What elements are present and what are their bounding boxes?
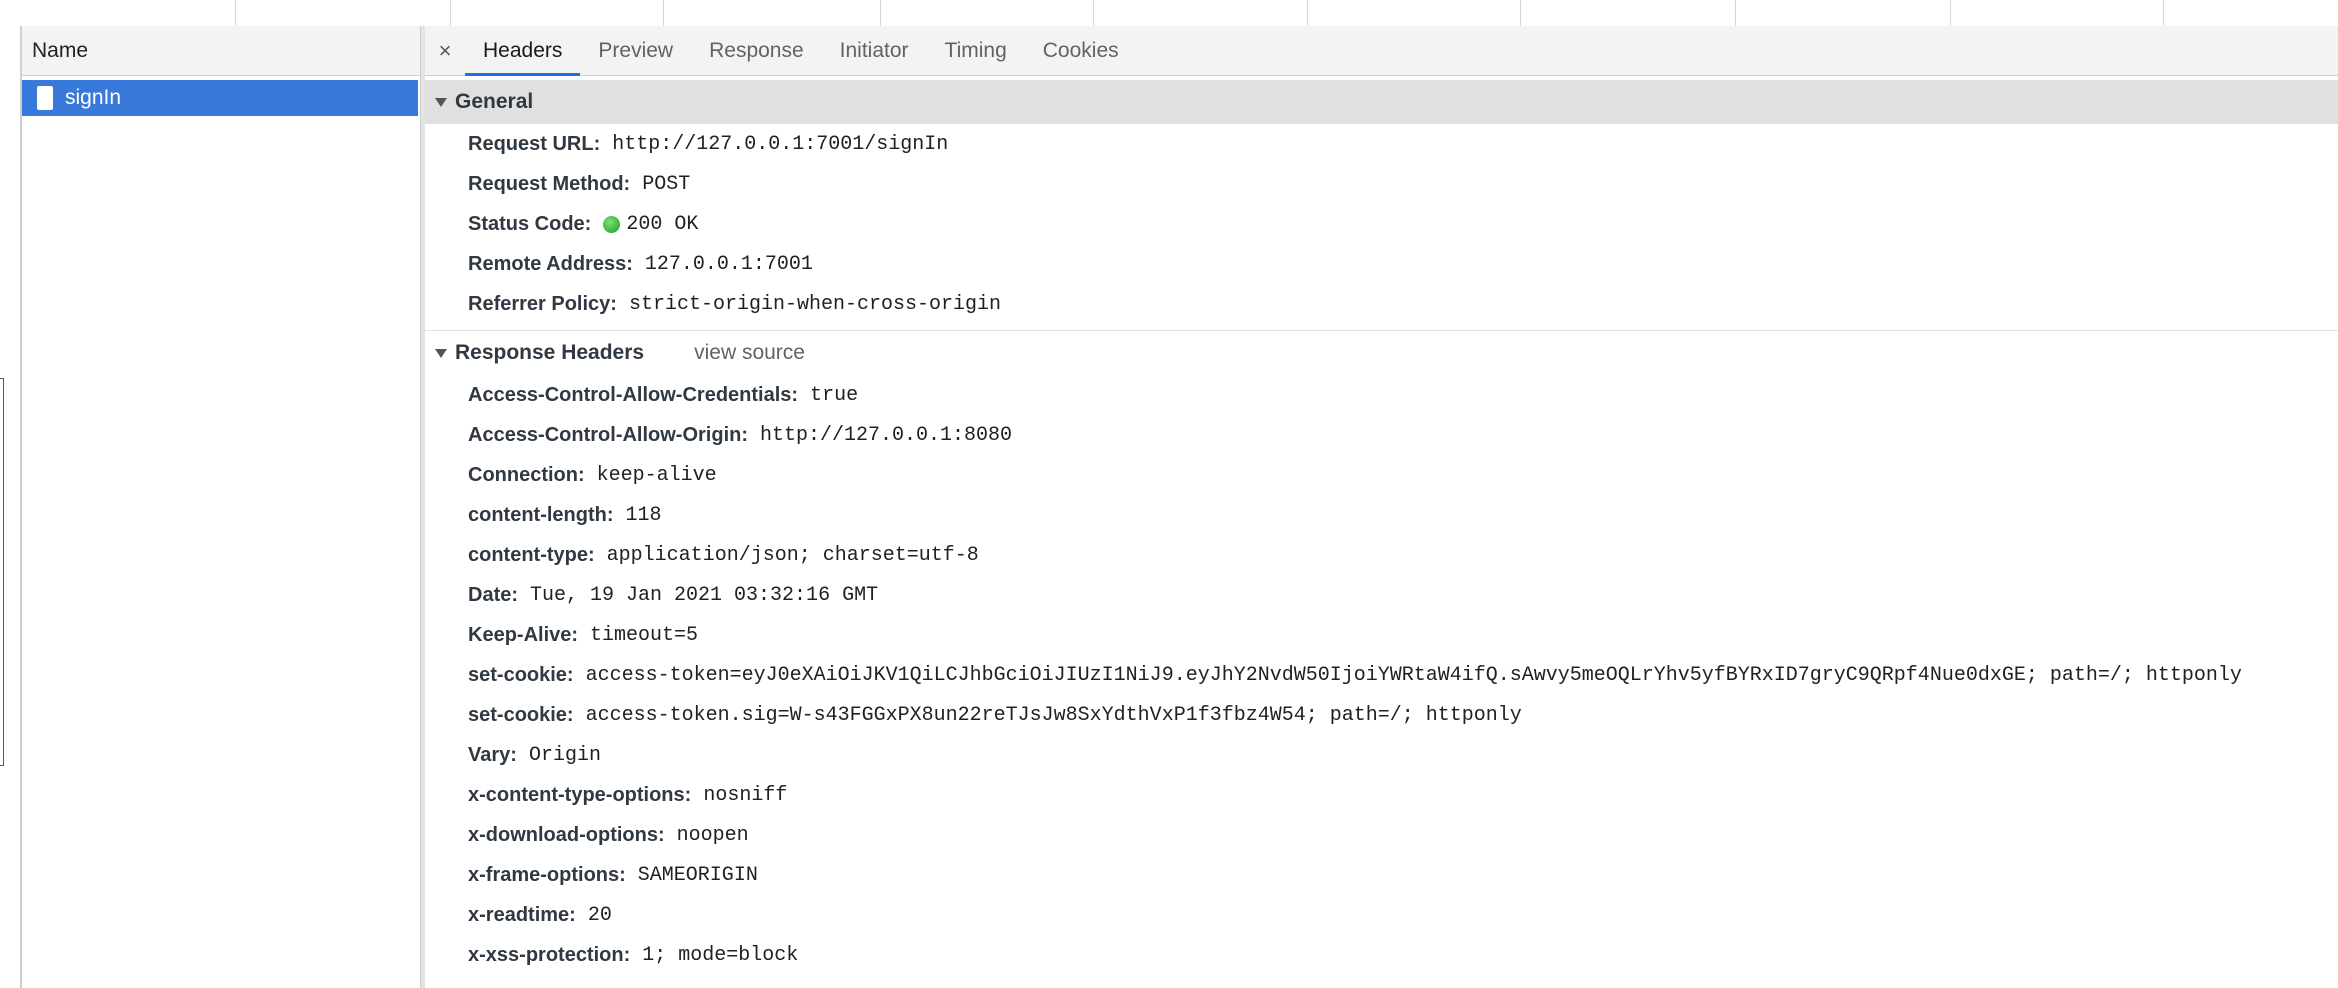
response-header-row: set-cookie: access-token.sig=W-s43FGGxPX8… [468, 695, 2338, 735]
response-header-row: x-frame-options: SAMEORIGIN [468, 855, 2338, 895]
header-key: Remote Address: [468, 252, 633, 275]
timeline-gridline [450, 0, 451, 26]
header-value: nosniff [703, 783, 788, 807]
triangle-down-icon [435, 348, 447, 358]
header-key: x-readtime: [468, 903, 576, 926]
header-value: 1; mode=block [642, 943, 799, 967]
timeline-gridline [235, 0, 236, 26]
tab-timing[interactable]: Timing [927, 26, 1025, 75]
request-details-pane: × Headers Preview Response Initiator Tim… [425, 26, 2338, 988]
response-header-row: Date: Tue, 19 Jan 2021 03:32:16 GMT [468, 575, 2338, 615]
header-key: Request Method: [468, 172, 631, 195]
header-key: content-type: [468, 543, 595, 566]
header-key: x-download-options: [468, 823, 665, 846]
header-value: access-token=eyJ0eXAiOiJKV1QiLCJhbGciOiJ… [585, 663, 2242, 687]
header-value: strict-origin-when-cross-origin [628, 292, 1002, 316]
timeline-gridline [880, 0, 881, 26]
response-header-row: set-cookie: access-token=eyJ0eXAiOiJKV1Qi… [468, 655, 2338, 695]
header-value: Tue, 19 Jan 2021 03:32:16 GMT [530, 583, 879, 607]
header-key: Access-Control-Allow-Origin: [468, 423, 749, 446]
timeline-gridline [663, 0, 664, 26]
general-row: Request Method: POST [468, 164, 2338, 204]
tab-headers[interactable]: Headers [465, 26, 581, 76]
timeline-gridline [1950, 0, 1951, 26]
header-key: Status Code: [468, 212, 592, 235]
header-value: http://127.0.0.1:8080 [760, 423, 1013, 447]
header-key: x-content-type-options: [468, 783, 692, 806]
header-value: true [810, 383, 859, 407]
response-header-row: content-length: 118 [468, 495, 2338, 535]
header-value: application/json; charset=utf-8 [606, 543, 979, 567]
left-gutter [0, 26, 22, 988]
name-column-label: Name [32, 38, 89, 62]
header-value: http://127.0.0.1:7001/signIn [612, 132, 949, 156]
general-row: Status Code: 200 OK [468, 204, 2338, 244]
status-ok-icon [603, 215, 621, 233]
tab-initiator[interactable]: Initiator [822, 26, 927, 75]
response-header-row: Access-Control-Allow-Credentials: true [468, 375, 2338, 415]
request-list: Name signIn [22, 26, 421, 988]
header-key: Vary: [468, 743, 517, 766]
header-key: x-xss-protection: [468, 943, 631, 966]
request-name: signIn [65, 86, 122, 109]
tab-response[interactable]: Response [691, 26, 822, 75]
tab-preview[interactable]: Preview [580, 26, 691, 75]
request-row-selected[interactable]: signIn [22, 80, 418, 116]
header-key: Date: [468, 583, 519, 606]
header-value: timeout=5 [590, 623, 699, 647]
general-row: Remote Address: 127.0.0.1:7001 [468, 244, 2338, 284]
response-headers-section-header[interactable]: Response Headers view source [425, 331, 2338, 375]
header-key: Connection: [468, 463, 585, 486]
header-value: POST [642, 172, 691, 196]
timeline-gridline [1307, 0, 1308, 26]
header-key: Request URL: [468, 132, 601, 155]
timeline-gridline [2163, 0, 2164, 26]
response-header-row: x-xss-protection: 1; mode=block [468, 935, 2338, 975]
header-key: set-cookie: [468, 663, 574, 686]
name-column-header[interactable]: Name [22, 26, 420, 76]
general-row: Request URL: http://127.0.0.1:7001/signI… [468, 124, 2338, 164]
header-value: SAMEORIGIN [637, 863, 758, 887]
header-value: 118 [625, 503, 662, 527]
header-key: x-frame-options: [468, 863, 626, 886]
triangle-down-icon [435, 97, 447, 107]
header-value: keep-alive [596, 463, 717, 487]
response-header-row: Access-Control-Allow-Origin: http://127.0… [468, 415, 2338, 455]
response-header-row: x-readtime: 20 [468, 895, 2338, 935]
general-rows: Request URL: http://127.0.0.1:7001/signI… [425, 124, 2338, 324]
header-value: access-token.sig=W-s43FGGxPX8un22reTJsJw… [585, 703, 1522, 727]
header-value: 127.0.0.1:7001 [644, 252, 813, 276]
general-section-header[interactable]: General [425, 80, 2338, 124]
response-headers-title: Response Headers [455, 341, 645, 364]
header-value: Origin [528, 743, 601, 767]
header-value: noopen [676, 823, 749, 847]
details-tabbar: × Headers Preview Response Initiator Tim… [425, 26, 2338, 76]
response-header-row: Vary: Origin [468, 735, 2338, 775]
header-value: 20 [587, 903, 612, 927]
timeline-gridline [1735, 0, 1736, 26]
header-key: content-length: [468, 503, 614, 526]
response-header-row: content-type: application/json; charset=u… [468, 535, 2338, 575]
drawer-edge [0, 378, 4, 766]
header-key: Keep-Alive: [468, 623, 579, 646]
document-icon [37, 86, 53, 110]
header-key: Access-Control-Allow-Credentials: [468, 383, 799, 406]
general-row: Referrer Policy: strict-origin-when-cros… [468, 284, 2338, 324]
timeline-gridline [1093, 0, 1094, 26]
header-value: 200 OK [626, 212, 699, 236]
tab-cookies[interactable]: Cookies [1025, 26, 1137, 75]
view-source-link[interactable]: view source [694, 341, 805, 365]
timeline-gridline [1520, 0, 1521, 26]
response-header-row: Connection: keep-alive [468, 455, 2338, 495]
response-header-row: Keep-Alive: timeout=5 [468, 615, 2338, 655]
response-header-row: x-download-options: noopen [468, 815, 2338, 855]
response-header-rows: Access-Control-Allow-Credentials: true Ac… [425, 375, 2338, 975]
general-section-title: General [455, 90, 534, 113]
header-key: Referrer Policy: [468, 292, 617, 315]
timeline-overview[interactable] [0, 0, 2338, 27]
close-icon[interactable]: × [425, 26, 465, 75]
response-header-row: x-content-type-options: nosniff [468, 775, 2338, 815]
header-key: set-cookie: [468, 703, 574, 726]
